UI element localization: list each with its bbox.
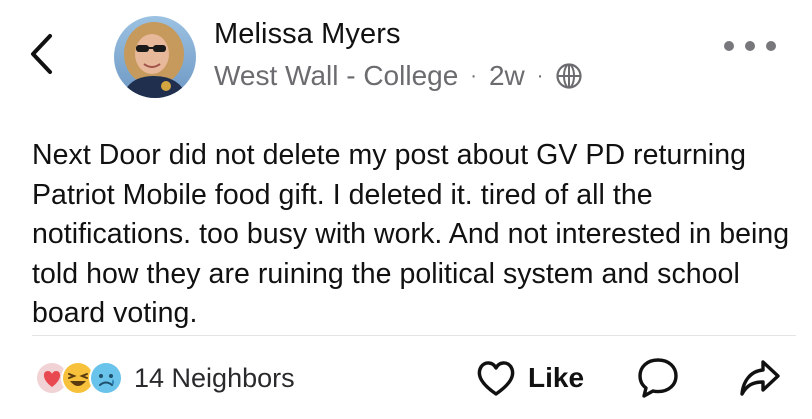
neighbors-count: 14 Neighbors <box>134 362 295 393</box>
sad-reaction-icon <box>89 361 123 395</box>
divider <box>32 335 796 336</box>
like-label: Like <box>528 362 585 393</box>
more-dots-icon <box>766 41 776 51</box>
comment-button[interactable] <box>636 356 680 400</box>
chevron-left-icon <box>31 34 52 74</box>
heart-outline-icon <box>477 361 515 396</box>
like-button[interactable]: Like <box>474 358 584 398</box>
meta-separator: · <box>536 64 544 87</box>
reaction-icons <box>34 360 126 396</box>
post-card: Melissa Myers West Wall - College · 2w ·… <box>0 0 812 419</box>
share-button[interactable] <box>738 356 782 400</box>
author-name[interactable]: Melissa Myers <box>214 18 401 51</box>
back-button[interactable] <box>20 30 64 78</box>
post-meta: West Wall - College · 2w · <box>214 60 583 92</box>
reactions-summary[interactable]: 14 Neighbors <box>34 360 295 396</box>
comment-bubble-icon <box>638 358 678 398</box>
meta-separator: · <box>470 64 477 87</box>
neighborhood-link[interactable]: West Wall - College <box>214 60 458 92</box>
post-age: 2w <box>488 60 525 91</box>
more-options-button[interactable] <box>724 34 776 58</box>
post-body: Next Door did not delete my post about G… <box>32 139 790 329</box>
globe-icon <box>556 63 583 89</box>
avatar[interactable] <box>114 16 196 98</box>
share-arrow-icon <box>740 360 780 396</box>
more-dots-icon <box>724 41 734 51</box>
more-dots-icon <box>745 41 755 51</box>
